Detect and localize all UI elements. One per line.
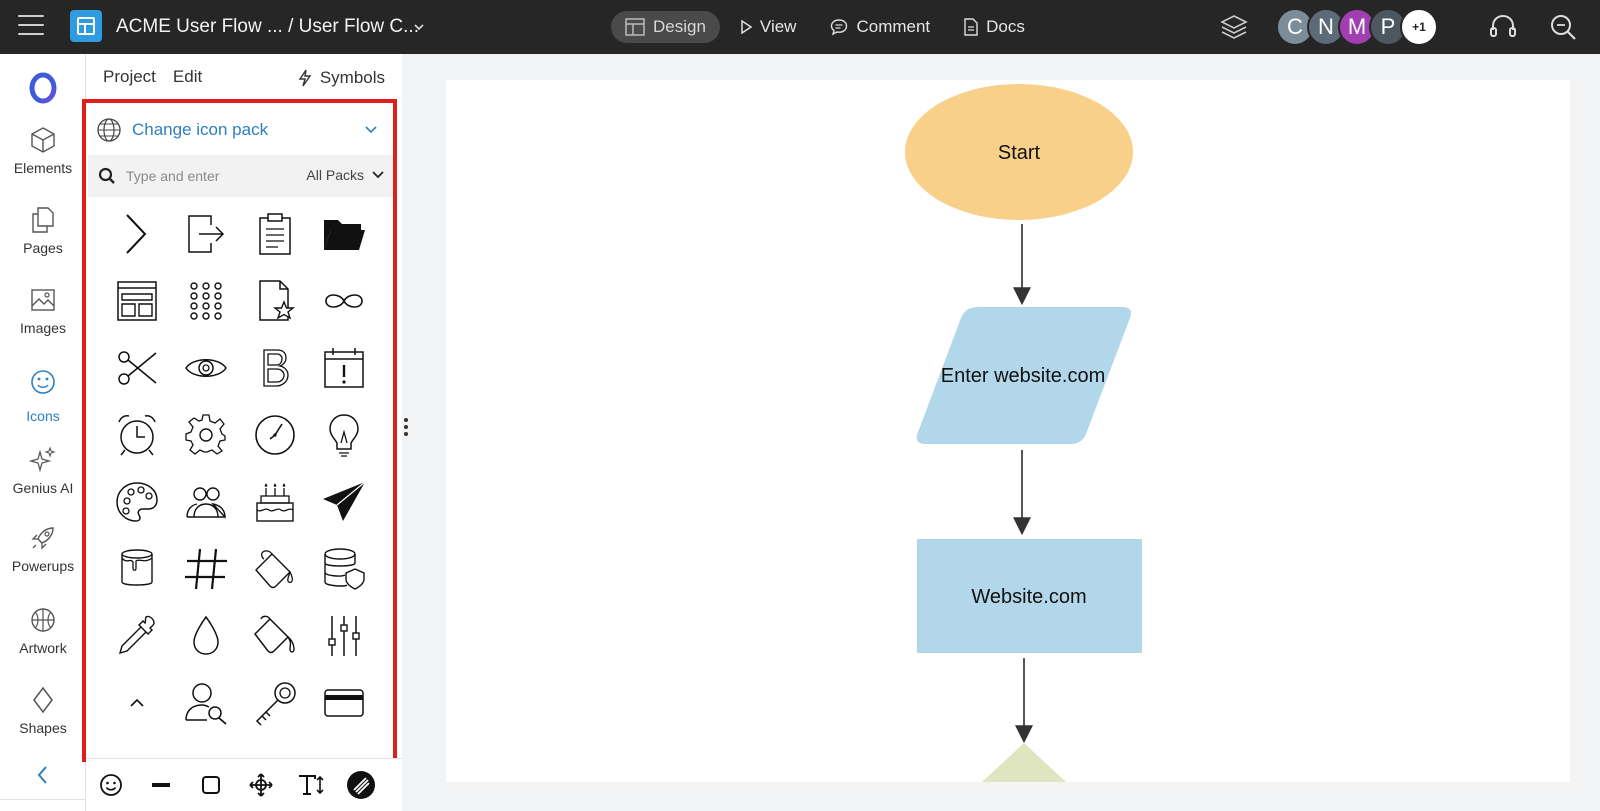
sparkle-icon [29, 446, 56, 473]
chevron-left-icon[interactable] [28, 760, 58, 790]
tab-comment[interactable]: Comment [816, 11, 944, 43]
rail-item-elements[interactable]: Elements [0, 126, 86, 176]
tab-project[interactable]: Project [103, 67, 156, 87]
rectangle-tool-icon[interactable] [186, 773, 236, 797]
rail-item-label: Pages [23, 240, 63, 256]
panel-resize-handle[interactable] [404, 418, 410, 440]
canvas-page[interactable]: Start Enter website.com Website.com [446, 80, 1570, 782]
app-logo-icon[interactable] [70, 10, 102, 42]
flow-node-decision[interactable] [982, 743, 1066, 782]
layers-icon[interactable] [1220, 13, 1248, 41]
tab-comment-label: Comment [856, 17, 931, 36]
flow-node-label: Website.com [971, 586, 1086, 608]
brand-tool-icon[interactable] [336, 770, 386, 800]
comment-icon [831, 19, 848, 36]
horizontal-scrollbar[interactable] [446, 782, 1580, 788]
icon-panel-highlight [82, 99, 397, 762]
move-tool-icon[interactable] [236, 772, 286, 798]
rail-item-label: Powerups [11, 558, 75, 574]
rail-item-powerups[interactable]: Powerups [0, 524, 86, 574]
lightning-icon [298, 69, 312, 87]
bottom-toolbar [86, 758, 402, 811]
document-title[interactable]: ACME User Flow ... / User Flow C... [116, 16, 419, 38]
headset-icon[interactable] [1488, 12, 1518, 42]
flow-node-label: Start [998, 142, 1041, 164]
rail-item-label: Shapes [19, 720, 67, 736]
rocket-icon [31, 527, 54, 550]
top-bar: ACME User Flow ... / User Flow C... Desi… [0, 0, 1600, 54]
diamond-icon [33, 686, 53, 714]
smiley-tool-icon[interactable] [86, 773, 136, 797]
rail-item-label: Icons [26, 408, 60, 424]
rail-item-artwork[interactable]: Artwork [0, 606, 86, 656]
rail-item-shapes[interactable]: Shapes [0, 686, 86, 736]
flowchart: Start Enter website.com Website.com [905, 84, 1142, 782]
text-tool-icon[interactable] [286, 773, 336, 797]
layout-icon [625, 18, 645, 36]
pages-icon [32, 207, 54, 233]
chevron-down-icon[interactable] [414, 22, 424, 32]
tab-design-label: Design [653, 17, 706, 36]
rail-item-genius-ai[interactable]: Genius AI [0, 446, 86, 496]
rail-divider [0, 799, 86, 800]
symbols-label: Symbols [319, 68, 385, 87]
tab-view[interactable]: View [726, 11, 811, 43]
mode-nav: Design View Comment Docs [611, 11, 1045, 43]
rail-item-images[interactable]: Images [0, 286, 86, 336]
rail-item-pages[interactable]: Pages [0, 206, 86, 256]
rail-item-label: Images [20, 320, 66, 336]
flow-node-process[interactable]: Website.com [917, 539, 1142, 653]
symbols-button[interactable]: Symbols [298, 68, 385, 88]
smiley-icon [31, 370, 55, 394]
document-icon [964, 18, 978, 36]
tab-docs-label: Docs [986, 17, 1025, 36]
line-tool-icon[interactable] [136, 773, 186, 797]
collaborator-avatars: C N M P +1 [1276, 8, 1438, 46]
search-zoom-icon[interactable] [1548, 12, 1578, 42]
menu-icon[interactable] [18, 15, 44, 37]
tab-design[interactable]: Design [611, 11, 720, 43]
flow-node-label: Enter website.com [941, 365, 1106, 387]
brand-logo-icon[interactable] [28, 72, 58, 104]
rail-item-label: Artwork [19, 640, 67, 656]
rail-item-icons[interactable]: Icons [0, 368, 86, 424]
image-icon [31, 289, 55, 311]
flow-node-start[interactable]: Start [905, 84, 1133, 220]
tab-docs[interactable]: Docs [950, 11, 1039, 43]
basketball-icon [31, 608, 55, 632]
play-icon [741, 20, 752, 34]
rail-item-label: Elements [13, 160, 73, 176]
tab-edit[interactable]: Edit [173, 67, 202, 87]
more-collaborators-badge[interactable]: +1 [1400, 8, 1438, 46]
rail-item-label: Genius AI [12, 480, 74, 496]
flow-node-input[interactable]: Enter website.com [916, 307, 1131, 444]
left-rail: Elements Pages Images Icons Genius AI Po… [0, 54, 86, 811]
cube-icon [31, 127, 55, 153]
vertical-scrollbar[interactable] [1570, 80, 1580, 782]
tab-view-label: View [759, 17, 797, 36]
